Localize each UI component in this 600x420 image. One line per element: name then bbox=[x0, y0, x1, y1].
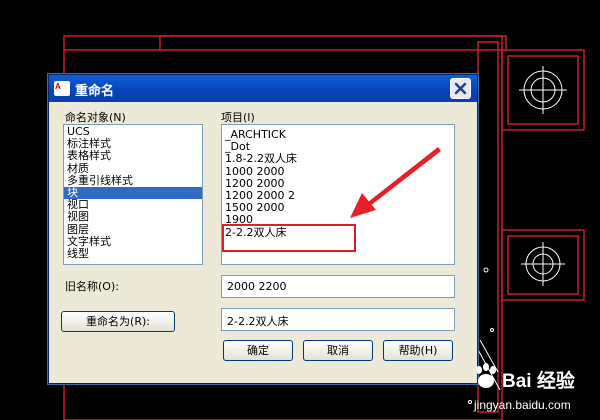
object-type-item[interactable]: 多重引线样式 bbox=[64, 174, 202, 187]
project-list-item[interactable]: 1.8-2.2双人床 bbox=[222, 153, 454, 165]
project-list-item[interactable]: _ARCHTICK bbox=[222, 128, 454, 141]
dialog-title: 重命名 bbox=[75, 84, 115, 99]
project-list-item[interactable]: 1500 2000 bbox=[222, 201, 454, 214]
cancel-button[interactable]: 取消 bbox=[303, 340, 373, 361]
project-list-item[interactable]: 1000 2000 bbox=[222, 165, 454, 178]
close-button[interactable] bbox=[450, 78, 471, 99]
ok-button[interactable]: 确定 bbox=[223, 340, 293, 361]
help-button[interactable]: 帮助(H) bbox=[383, 340, 453, 361]
object-type-item[interactable]: 表格样式 bbox=[64, 150, 202, 162]
baidu-jingyan-watermark: Bai 经验 jingyan.baidu.com bbox=[472, 358, 596, 416]
autocad-app-icon: A bbox=[54, 81, 70, 96]
object-list-label: 命名对象(N) bbox=[65, 111, 126, 124]
items-list-label: 项目(I) bbox=[221, 111, 255, 124]
title-bar[interactable]: A 重命名 bbox=[49, 75, 477, 102]
rename-to-button[interactable]: 重命名为(R): bbox=[61, 311, 175, 332]
close-icon bbox=[454, 82, 467, 95]
old-name-label: 旧名称(O): bbox=[65, 280, 119, 293]
object-type-item[interactable]: 材质 bbox=[64, 162, 202, 175]
annotation-highlight-box bbox=[222, 224, 356, 252]
object-type-list[interactable]: UCS 标注样式 表格样式 材质 多重引线样式块视口 视图 图层 文字样式 线型 bbox=[63, 124, 203, 265]
object-type-item[interactable]: 视图 bbox=[64, 211, 202, 223]
old-name-field: 2000 2200 bbox=[221, 275, 455, 298]
object-type-item[interactable]: 图层 bbox=[64, 223, 202, 236]
rename-to-field[interactable]: 2-2.2双人床 bbox=[221, 308, 455, 331]
object-type-item[interactable]: 线型 bbox=[64, 247, 202, 260]
paw-logo-icon bbox=[476, 363, 496, 388]
